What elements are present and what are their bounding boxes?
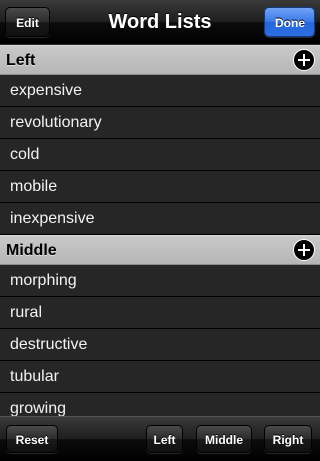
list-item[interactable]: morphing <box>0 265 320 297</box>
word-list[interactable]: Left expensive revolutionary cold mobile… <box>0 45 320 417</box>
list-item[interactable]: rural <box>0 297 320 329</box>
plus-circle-icon[interactable] <box>293 49 315 71</box>
list-item[interactable]: cold <box>0 139 320 171</box>
right-button[interactable]: Right <box>264 425 312 453</box>
plus-circle-icon[interactable] <box>293 239 315 261</box>
section-title: Middle <box>6 242 57 259</box>
done-button[interactable]: Done <box>264 7 315 37</box>
list-item[interactable]: tubular <box>0 361 320 393</box>
list-item[interactable]: growing <box>0 393 320 417</box>
bottom-toolbar: Reset Left Middle Right <box>0 416 320 461</box>
navigation-bar: Edit Word Lists Done <box>0 0 320 45</box>
page-title: Word Lists <box>108 11 212 33</box>
list-item[interactable]: revolutionary <box>0 107 320 139</box>
list-item[interactable]: expensive <box>0 75 320 107</box>
section-header-middle: Middle <box>0 235 320 265</box>
list-item[interactable]: inexpensive <box>0 203 320 235</box>
middle-button[interactable]: Middle <box>196 425 252 453</box>
section-title: Left <box>6 52 36 69</box>
reset-button[interactable]: Reset <box>6 425 58 453</box>
list-item[interactable]: destructive <box>0 329 320 361</box>
list-item[interactable]: mobile <box>0 171 320 203</box>
left-button[interactable]: Left <box>146 425 183 453</box>
section-header-left: Left <box>0 45 320 75</box>
edit-button[interactable]: Edit <box>5 7 50 37</box>
